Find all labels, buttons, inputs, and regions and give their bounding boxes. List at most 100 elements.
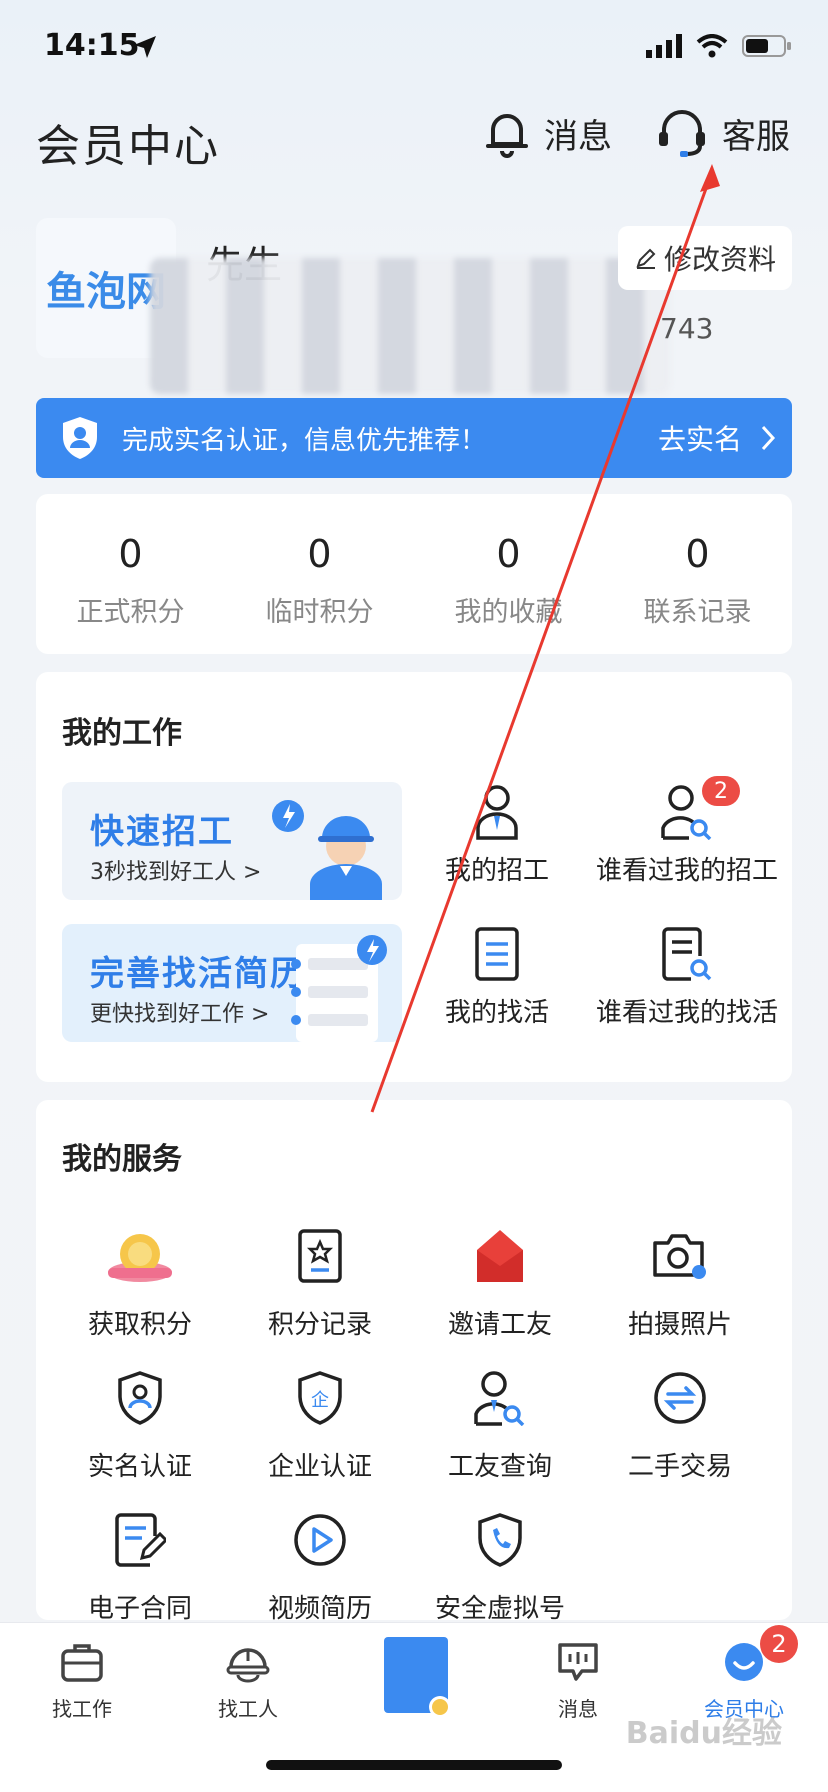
video-resume[interactable]: 视频简历 (230, 1504, 410, 1625)
worker-icon (476, 785, 518, 840)
worker-lookup[interactable]: 工友查询 (410, 1362, 590, 1483)
notification-badge: 2 (702, 776, 740, 806)
exchange-icon (654, 1372, 706, 1424)
stat-temp-points[interactable]: 0 临时积分 (225, 494, 414, 654)
quick-hire-promo[interactable]: 快速招工 3秒找到好工人 > (62, 782, 402, 900)
secure-virtual-number-label: 安全虚拟号 (434, 1594, 565, 1624)
tab-label: 找工人 (218, 1697, 278, 1721)
who-viewed-job-search-label: 谁看过我的找活 (595, 998, 778, 1028)
my-hiring-label: 我的招工 (444, 856, 549, 886)
user-shield-icon (63, 417, 97, 459)
edit-profile-button[interactable]: 修改资料 (618, 226, 792, 290)
location-arrow-icon (134, 36, 156, 58)
get-points[interactable]: 获取积分 (50, 1220, 230, 1341)
document-icon (475, 927, 519, 981)
verify-message: 完成实名认证，信息优先推荐！ (122, 425, 487, 456)
stat-favorites[interactable]: 0 我的收藏 (414, 494, 603, 654)
stat-formal-points[interactable]: 0 正式积分 (36, 494, 225, 654)
play-icon (294, 1514, 346, 1566)
invite-workers[interactable]: 邀请工友 (410, 1220, 590, 1341)
document-search-icon (662, 927, 712, 981)
stat-value: 0 (496, 532, 521, 576)
center-card-icon (384, 1637, 451, 1718)
svg-text:企: 企 (311, 1390, 329, 1411)
customer-service-button[interactable]: 客服 (656, 108, 790, 158)
get-points-label: 获取积分 (87, 1310, 192, 1340)
user-search-icon (474, 1371, 525, 1426)
helmet-icon (226, 1648, 270, 1683)
my-job-search-label: 我的找活 (444, 998, 549, 1028)
real-name-auth[interactable]: 实名认证 (50, 1362, 230, 1483)
verify-banner[interactable]: 完成实名认证，信息优先推荐！ 去实名 (36, 398, 792, 478)
chat-icon (558, 1643, 598, 1681)
points-record-label: 积分记录 (267, 1310, 372, 1340)
page-title: 会员中心 (36, 121, 220, 172)
resume-title: 完善找活简历 (90, 954, 306, 994)
stat-contact-records[interactable]: 0 联系记录 (603, 494, 792, 654)
worker-helmet-icon (272, 800, 382, 900)
chevron-right-icon (761, 425, 776, 451)
headset-icon (659, 110, 705, 157)
worker-lookup-label: 工友查询 (447, 1452, 552, 1482)
status-indicators (632, 34, 792, 58)
e-contract-label: 电子合同 (87, 1594, 192, 1624)
resume-promo[interactable]: 完善找活简历 更快找到好工作 > (62, 924, 402, 1042)
enterprise-auth[interactable]: 企 企业认证 (230, 1362, 410, 1483)
real-name-auth-label: 实名认证 (87, 1452, 192, 1482)
tab-find-job[interactable]: 找工作 (22, 1641, 142, 1722)
user-phone: 743 (660, 312, 714, 345)
resume-subtitle: 更快找到好工作 > (90, 1002, 270, 1027)
messages-label: 消息 (544, 116, 612, 157)
stat-label: 正式积分 (76, 597, 185, 628)
invite-workers-label: 邀请工友 (447, 1310, 552, 1340)
privacy-blur (150, 258, 670, 394)
my-services-card: 我的服务 获取积分 积分记录 邀请工友 拍摄照片 实名认证 企 企业认证 工友查… (36, 1100, 792, 1624)
bell-icon (486, 114, 528, 158)
coin-icon (108, 1234, 172, 1282)
tab-center[interactable] (354, 1635, 474, 1721)
resume-list-icon (291, 935, 387, 1042)
watermark: Baidu经验 (625, 1716, 782, 1751)
second-hand-trade[interactable]: 二手交易 (590, 1362, 770, 1483)
briefcase-icon (61, 1644, 103, 1682)
who-viewed-hiring[interactable]: 谁看过我的招工 2 (592, 776, 782, 887)
stat-value: 0 (118, 532, 143, 576)
quick-hire-subtitle: 3秒找到好工人 > (90, 860, 262, 885)
stat-value: 0 (307, 532, 332, 576)
stats-card: 0 正式积分 0 临时积分 0 我的收藏 0 联系记录 (36, 494, 792, 654)
notification-badge: 2 (760, 1625, 798, 1663)
my-hiring[interactable]: 我的招工 (412, 784, 582, 887)
take-photo-label: 拍摄照片 (627, 1310, 732, 1340)
my-work-title: 我的工作 (62, 716, 182, 751)
verify-cta[interactable]: 去实名 (658, 418, 776, 458)
e-contract[interactable]: 电子合同 (50, 1504, 230, 1625)
take-photo[interactable]: 拍摄照片 (590, 1220, 770, 1341)
stat-label: 我的收藏 (454, 597, 563, 628)
signal-icon (646, 34, 682, 58)
quick-hire-title: 快速招工 (90, 812, 234, 852)
video-resume-label: 视频简历 (267, 1594, 372, 1624)
second-hand-trade-label: 二手交易 (627, 1452, 732, 1482)
camera-icon (653, 1234, 706, 1279)
who-viewed-job-search[interactable]: 谁看过我的找活 (592, 926, 782, 1029)
phone-shield-icon (478, 1513, 522, 1567)
tab-label: 消息 (558, 1697, 598, 1721)
wifi-icon (696, 34, 728, 58)
edit-profile-label: 修改资料 (663, 243, 776, 276)
id-shield-icon (118, 1371, 162, 1425)
my-work-card: 我的工作 快速招工 3秒找到好工人 > 完善找活简历 更快找到好工作 > 我的招… (36, 672, 792, 1082)
battery-icon (742, 35, 791, 57)
secure-virtual-number[interactable]: 安全虚拟号 (410, 1504, 590, 1625)
red-envelope-icon (477, 1230, 523, 1282)
who-viewed-hiring-label: 谁看过我的招工 (595, 856, 778, 886)
points-record[interactable]: 积分记录 (230, 1220, 410, 1341)
my-job-search[interactable]: 我的找活 (412, 926, 582, 1029)
pencil-icon (636, 248, 656, 269)
messages-button[interactable]: 消息 (484, 108, 612, 158)
enterprise-shield-icon: 企 (298, 1371, 342, 1425)
record-icon (298, 1229, 342, 1283)
my-services-title: 我的服务 (62, 1142, 182, 1177)
tab-find-worker[interactable]: 找工人 (188, 1641, 308, 1722)
verify-cta-label: 去实名 (657, 423, 742, 456)
tab-messages[interactable]: 消息 (518, 1641, 638, 1722)
